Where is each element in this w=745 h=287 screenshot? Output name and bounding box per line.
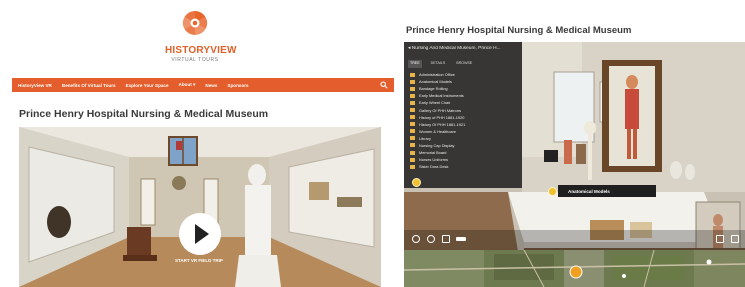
nav-about-label: About — [178, 82, 192, 87]
share-icon[interactable] — [442, 235, 450, 243]
menu-tabs: TREE DETAILS BROWSE — [408, 60, 481, 68]
autorotate-icon[interactable] — [412, 235, 420, 243]
virtual-tour-preview-image[interactable] — [19, 127, 381, 287]
hotspot-marker[interactable] — [548, 187, 557, 196]
menu-item-label: History of PHH 1881-1920 — [419, 114, 465, 120]
folder-icon — [410, 136, 415, 141]
folder-icon — [410, 129, 415, 134]
tour-tree-menu: ◂ Nursing And Medical Museum, Prince H..… — [404, 42, 522, 188]
folder-icon — [410, 108, 415, 113]
menu-item-label: Anatomical Models — [419, 79, 452, 85]
menu-item-label: History Of PHH 1881-1921 — [419, 121, 466, 127]
menu-item-label: Women & Healthcare — [419, 128, 456, 134]
nav-item-about[interactable]: About ▾ — [179, 82, 196, 88]
chevron-down-icon: ▾ — [193, 82, 196, 87]
menu-item-label: Bandage Rolling — [419, 86, 448, 92]
site-logo[interactable]: HISTORYVIEW VIRTUAL TOURS — [165, 8, 237, 63]
nav-item-explore-your-space[interactable]: Explore Your Space — [126, 83, 169, 88]
menu-item-anatomical-models[interactable]: Anatomical Models — [410, 78, 520, 85]
menu-item-label: Nursing Cap Display — [419, 142, 455, 148]
page-title: Prince Henry Hospital Nursing & Medical … — [19, 108, 269, 120]
menu-header-title: Nursing And Medical Museum, Prince H... — [411, 46, 501, 51]
spiral-logo-icon — [182, 10, 208, 36]
menu-item-label: Early Wheel Chair — [419, 100, 451, 106]
start-vr-field-trip-label[interactable]: START VR FIELD TRIP — [175, 258, 223, 263]
folder-icon — [410, 115, 415, 120]
play-button[interactable] — [179, 213, 221, 255]
share-nodes-icon[interactable] — [716, 235, 724, 243]
folder-icon — [410, 100, 415, 105]
menu-item-label: Nurses Uniforms — [419, 157, 448, 163]
menu-item-label: Library — [419, 135, 431, 141]
menu-item-history-1881-1921[interactable]: History Of PHH 1881-1921 — [410, 121, 520, 128]
folder-icon — [410, 86, 415, 91]
menu-item-label: Sister Dora Desk — [419, 164, 449, 170]
menu-header[interactable]: ◂ Nursing And Medical Museum, Prince H..… — [408, 46, 520, 55]
folder-icon — [410, 157, 415, 162]
play-icon — [195, 224, 209, 244]
folder-icon — [410, 164, 415, 169]
menu-item-gallery-of-matrons[interactable]: Gallery Of PHH Matrons — [410, 106, 520, 113]
menu-item-history-1881-1920[interactable]: History of PHH 1881-1920 — [410, 114, 520, 121]
hotspot-tooltip: Anatomical Models — [558, 185, 656, 197]
tab-browse[interactable]: BROWSE — [454, 60, 474, 68]
nav-item-historyview-vr[interactable]: HistoryView VR — [18, 83, 52, 88]
historyview-website: HISTORYVIEW VIRTUAL TOURS HistoryView VR… — [0, 0, 395, 287]
menu-item-memorial-board[interactable]: Memorial Board — [410, 149, 520, 156]
folder-icon — [410, 79, 415, 84]
menu-item-label: Early Medical Instruments — [419, 93, 464, 99]
logo-tagline: VIRTUAL TOURS — [171, 57, 219, 63]
menu-item-label: Memorial Board — [419, 150, 447, 156]
search-icon[interactable] — [380, 81, 388, 89]
tour-controls — [404, 230, 745, 248]
navigation-icon[interactable] — [427, 235, 435, 243]
menu-item-nurses-uniforms[interactable]: Nurses Uniforms — [410, 156, 520, 163]
menu-item-bandage-rolling[interactable]: Bandage Rolling — [410, 85, 520, 92]
menu-item-sister-dora-desk[interactable]: Sister Dora Desk — [410, 163, 520, 170]
menu-item-administration-office[interactable]: Administration Office — [410, 71, 520, 78]
menu-item-early-wheel-chair[interactable]: Early Wheel Chair — [410, 99, 520, 106]
main-navbar: HistoryView VR Benefits Of Virtual Tours… — [12, 78, 394, 92]
menu-item-label: Administration Office — [419, 72, 455, 78]
screenshot-stage: HISTORYVIEW VIRTUAL TOURS HistoryView VR… — [0, 0, 745, 287]
nav-item-benefits[interactable]: Benefits Of Virtual Tours — [62, 83, 116, 88]
tab-details[interactable]: DETAILS — [429, 60, 448, 68]
hotspot-marker[interactable] — [412, 178, 421, 187]
menu-item-nursing-cap-display[interactable]: Nursing Cap Display — [410, 142, 520, 149]
menu-item-women-healthcare[interactable]: Women & Healthcare — [410, 128, 520, 135]
nav-item-news[interactable]: News — [205, 83, 217, 88]
menu-item-label: Gallery Of PHH Matrons — [419, 107, 461, 113]
location-marker-icon[interactable] — [572, 268, 580, 276]
satellite-minimap[interactable] — [404, 250, 745, 287]
menu-item-library[interactable]: Library — [410, 135, 520, 142]
menu-list: Administration Office Anatomical Models … — [410, 71, 520, 170]
folder-icon — [410, 143, 415, 148]
museum-interior-image — [19, 127, 381, 287]
nav-item-sponsors[interactable]: Sponsors — [227, 83, 248, 88]
folder-icon — [410, 122, 415, 127]
menu-item-early-medical-instruments[interactable]: Early Medical Instruments — [410, 92, 520, 99]
folder-icon — [410, 150, 415, 155]
logo-wordmark: HISTORYVIEW — [165, 45, 237, 56]
folder-icon — [410, 93, 415, 98]
tab-tree[interactable]: TREE — [408, 60, 422, 68]
vr-icon[interactable] — [456, 237, 466, 241]
tour-page-title: Prince Henry Hospital Nursing & Medical … — [406, 25, 632, 36]
folder-icon — [410, 72, 415, 77]
fullscreen-icon[interactable] — [731, 235, 739, 243]
